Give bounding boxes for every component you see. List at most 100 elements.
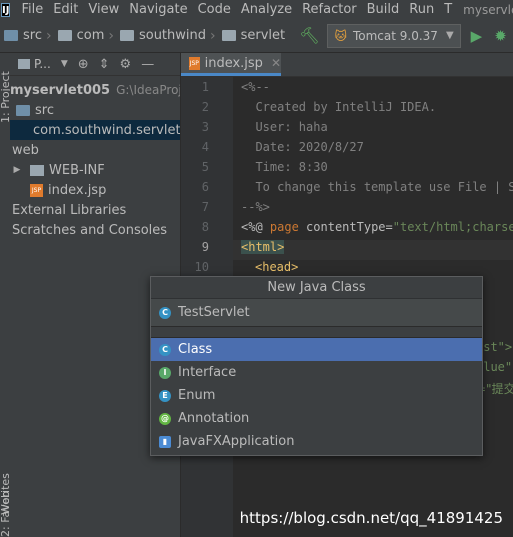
jsp-file-icon: JSP — [189, 56, 200, 70]
option-label: JavaFXApplication — [178, 434, 295, 449]
editor-tab-bar: JSP index.jsp ✕ — [181, 53, 513, 77]
gear-icon[interactable]: ⚙ — [120, 57, 132, 72]
tree-item-label: WEB-INF — [49, 162, 105, 178]
popup-divider — [151, 327, 482, 338]
code-line-html-tag: <html> — [241, 240, 285, 254]
line-number: 5 — [201, 160, 209, 174]
class-name-value: TestServlet — [178, 305, 250, 320]
line-number: 6 — [201, 180, 209, 194]
tree-item-label: web — [12, 142, 39, 158]
collapse-all-icon[interactable]: ⇕ — [99, 57, 110, 72]
option-class[interactable]: C Class — [151, 338, 482, 361]
debug-icon[interactable]: ✹ — [494, 27, 507, 45]
folder-icon — [4, 30, 18, 41]
code-line: --%> — [241, 200, 270, 214]
tree-item-scratches[interactable]: Scratches and Consoles — [10, 220, 180, 240]
tab-index-jsp[interactable]: JSP index.jsp ✕ — [181, 53, 281, 76]
chevron-down-icon[interactable]: ▼ — [61, 59, 68, 69]
option-label: Interface — [178, 365, 237, 380]
navigation-bar: src › com › southwind › servlet 🔨︎ 🐱︎ To… — [0, 19, 513, 53]
code-token: contentType= — [306, 220, 393, 234]
class-icon: C — [159, 306, 171, 319]
left-tool-strip: 1: Project Web 2: Favorites — [0, 53, 12, 537]
tree-item-index-jsp[interactable]: JSP index.jsp — [10, 180, 180, 200]
tree-item-label: External Libraries — [12, 202, 127, 218]
menu-file[interactable]: File — [16, 2, 48, 17]
tree-item-path: G:\IdeaProjec — [116, 83, 181, 97]
tree-item-src[interactable]: src — [10, 100, 180, 120]
package-icon — [57, 30, 72, 41]
new-java-class-popup: New Java Class C TestServlet C Class I I… — [150, 276, 483, 456]
project-panel-header: P... ▼ ⊕ ⇕ ⚙ — — [10, 53, 180, 76]
breadcrumb-southwind[interactable]: southwind — [116, 28, 206, 43]
option-enum[interactable]: E Enum — [151, 384, 482, 407]
menu-edit[interactable]: Edit — [48, 2, 83, 17]
option-interface[interactable]: I Interface — [151, 361, 482, 384]
enum-icon: E — [159, 389, 171, 402]
menu-tools[interactable]: T — [439, 2, 457, 17]
tree-item-web[interactable]: web — [10, 140, 180, 160]
menu-refactor[interactable]: Refactor — [297, 2, 362, 17]
intellij-logo-icon: IJ — [1, 2, 11, 17]
menu-analyze[interactable]: Analyze — [236, 2, 297, 17]
tomcat-icon: 🐱︎ — [334, 28, 347, 43]
annotation-icon: @ — [159, 412, 171, 425]
tree-item-label: index.jsp — [48, 182, 107, 198]
class-name-field[interactable]: C TestServlet — [151, 299, 482, 327]
source-folder-icon — [16, 104, 30, 116]
tab-label: index.jsp — [204, 55, 263, 71]
build-hammer-icon[interactable]: 🔨︎ — [299, 26, 319, 45]
popup-title: New Java Class — [151, 277, 482, 299]
package-icon — [119, 30, 134, 41]
line-number: 2 — [201, 100, 209, 114]
breadcrumb-src[interactable]: src — [0, 28, 42, 43]
expand-arrow-icon[interactable]: ▶ — [12, 165, 22, 175]
line-number: 7 — [201, 200, 209, 214]
run-icon[interactable]: ▶ — [471, 27, 483, 45]
tree-item-label: com.southwind.servlet — [33, 122, 181, 138]
menu-code[interactable]: Code — [193, 2, 236, 17]
jsp-file-icon: JSP — [30, 183, 43, 197]
code-line: User: haha — [241, 120, 328, 134]
tree-item-package[interactable]: com.southwind.servlet — [10, 120, 180, 140]
watermark: https://blog.csdn.net/qq_41891425 — [239, 509, 503, 527]
window-title: myservlet005 — [463, 2, 513, 17]
line-number: 9 — [201, 240, 209, 254]
menu-navigate[interactable]: Navigate — [124, 2, 192, 17]
line-number: 3 — [201, 120, 209, 134]
locate-icon[interactable]: ⊕ — [78, 57, 89, 72]
tree-item-external-libraries[interactable]: External Libraries — [10, 200, 180, 220]
code-line: To change this template use File | Se — [241, 180, 513, 194]
option-label: Enum — [178, 388, 216, 403]
tree-item-label: myservlet005 — [10, 82, 111, 98]
minimize-icon[interactable]: — — [141, 57, 154, 72]
menu-build[interactable]: Build — [362, 2, 405, 17]
chevron-down-icon: ▼ — [445, 30, 454, 41]
menu-run[interactable]: Run — [404, 2, 439, 17]
close-icon[interactable]: ✕ — [271, 56, 281, 70]
tree-item-label: src — [35, 102, 54, 118]
line-number: 10 — [194, 260, 209, 274]
class-icon: C — [159, 343, 171, 356]
project-view-selector[interactable]: P... — [34, 57, 51, 71]
breadcrumb-com[interactable]: com — [54, 28, 104, 43]
tree-item-label: Scratches and Consoles — [12, 222, 168, 238]
package-icon — [221, 30, 236, 41]
chevron-right-icon: › — [108, 27, 114, 44]
javafx-icon: ▮ — [159, 435, 171, 448]
breadcrumb-servlet[interactable]: servlet — [218, 28, 285, 43]
tree-item-project-root[interactable]: myservlet005 G:\IdeaProjec — [10, 80, 180, 100]
code-line-head-tag: <head> — [255, 260, 299, 274]
breadcrumb-label: src — [23, 28, 42, 43]
option-annotation[interactable]: @ Annotation — [151, 407, 482, 430]
chevron-right-icon: › — [45, 27, 52, 44]
option-javafx-application[interactable]: ▮ JavaFXApplication — [151, 430, 482, 453]
tree-item-web-inf[interactable]: ▶ WEB-INF — [10, 160, 180, 180]
code-line: <%-- — [241, 80, 270, 94]
run-configuration-select[interactable]: 🐱︎ Tomcat 9.0.37 ▼ — [327, 23, 461, 48]
menu-view[interactable]: View — [83, 2, 124, 17]
code-token: page — [269, 220, 299, 234]
code-token: "text/html;charset — [392, 220, 513, 234]
run-configuration-label: Tomcat 9.0.37 — [352, 28, 438, 43]
breadcrumb-label: southwind — [138, 28, 207, 43]
